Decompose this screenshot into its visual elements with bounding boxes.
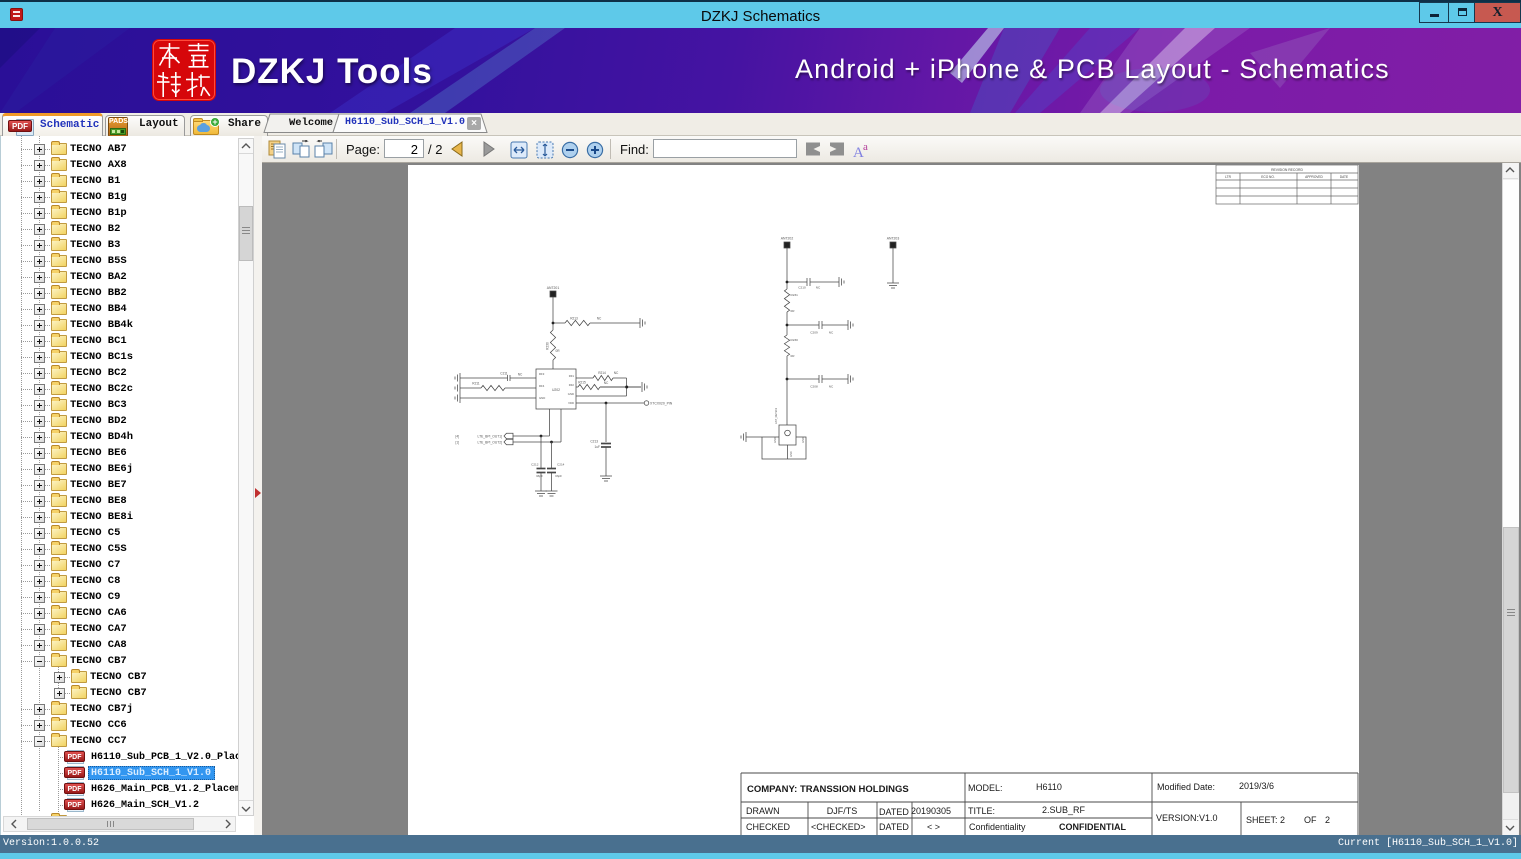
- svg-text:C213: C213: [590, 440, 598, 444]
- svg-text:Modified Date:: Modified Date:: [1157, 782, 1215, 792]
- svg-text:DATED: DATED: [879, 807, 909, 817]
- svg-text:MODEL:: MODEL:: [968, 783, 1003, 793]
- svg-text:C211: C211: [500, 372, 508, 376]
- svg-text:C208: C208: [810, 385, 818, 389]
- svg-text:GND: GND: [774, 437, 777, 443]
- svg-text:GND: GND: [539, 396, 545, 400]
- svg-text:< >: < >: [927, 822, 940, 832]
- svg-text:NC: NC: [604, 381, 609, 385]
- svg-text:ANT203: ANT203: [887, 237, 900, 241]
- svg-text:[1]: [1]: [455, 441, 459, 445]
- svg-text:TITLE:: TITLE:: [968, 806, 995, 816]
- svg-text:DRAWN: DRAWN: [746, 806, 780, 816]
- svg-text:NC: NC: [816, 286, 821, 290]
- svg-text:GND: GND: [568, 392, 574, 396]
- svg-text:Confidentiality: Confidentiality: [969, 822, 1026, 832]
- svg-text:NC: NC: [597, 317, 602, 321]
- svg-text:RF3: RF3: [539, 372, 545, 376]
- svg-text:LTE_BPI_OUT2[: LTE_BPI_OUT2[: [478, 441, 503, 445]
- svg-text:VDD: VDD: [568, 401, 574, 405]
- svg-text:VERSION:V1.0: VERSION:V1.0: [1156, 813, 1218, 823]
- svg-text:CONFIDENTIAL: CONFIDENTIAL: [1059, 822, 1126, 832]
- svg-text:R231: R231: [791, 293, 799, 297]
- svg-text:ECO NO.: ECO NO.: [1261, 175, 1275, 179]
- svg-text:RF1: RF1: [569, 374, 575, 378]
- svg-text:COMPANY: TRANSSION HOLDINGS: COMPANY: TRANSSION HOLDINGS: [747, 784, 909, 795]
- svg-text:NC: NC: [518, 373, 523, 377]
- svg-text:DATE: DATE: [1340, 175, 1348, 179]
- svg-text:SHEET: 2: SHEET: 2: [1246, 815, 1285, 825]
- svg-text:GND: GND: [790, 451, 793, 457]
- svg-text:U202: U202: [552, 388, 560, 392]
- svg-text:RF4: RF4: [539, 384, 545, 388]
- svg-text:R230: R230: [546, 342, 550, 350]
- svg-text:H6110: H6110: [1036, 782, 1062, 792]
- svg-text:R215: R215: [578, 381, 586, 385]
- svg-text:C214: C214: [557, 463, 565, 467]
- svg-text:NC: NC: [829, 385, 834, 389]
- svg-text:33pF: 33pF: [555, 474, 562, 478]
- svg-text:R230: R230: [791, 338, 799, 342]
- svg-text:OF: OF: [1304, 815, 1317, 825]
- svg-text:DJF/TS: DJF/TS: [827, 806, 858, 816]
- svg-text:RF2: RF2: [569, 383, 575, 387]
- svg-text:LTR: LTR: [1225, 175, 1231, 179]
- svg-text:C210: C210: [798, 286, 806, 290]
- svg-text:C209: C209: [810, 331, 818, 335]
- svg-text:0R: 0R: [791, 309, 796, 313]
- svg-text:20190305: 20190305: [911, 806, 951, 816]
- svg-text:LTE_BPI_OUT1[: LTE_BPI_OUT1[: [478, 435, 503, 439]
- svg-text:R214: R214: [598, 371, 606, 375]
- svg-text:0R: 0R: [555, 349, 560, 353]
- svg-text:NC: NC: [614, 371, 619, 375]
- svg-text:a: a: [863, 141, 868, 153]
- svg-text:2019/3/6: 2019/3/6: [1239, 781, 1274, 791]
- svg-text:GND: GND: [802, 437, 805, 443]
- svg-text:XTCX020_PIN: XTCX020_PIN: [650, 402, 673, 406]
- svg-text:REVISION RECORD: REVISION RECORD: [1271, 168, 1303, 172]
- svg-text:33pF: 33pF: [536, 474, 543, 478]
- svg-text:ANT_DET201: ANT_DET201: [774, 407, 778, 424]
- svg-text:R211: R211: [472, 382, 480, 386]
- svg-text:CHECKED: CHECKED: [746, 822, 791, 832]
- svg-text:0R: 0R: [791, 354, 796, 358]
- svg-text:ANT202: ANT202: [781, 237, 794, 241]
- svg-text:C212: C212: [531, 463, 539, 467]
- svg-text:APPROVED: APPROVED: [1305, 175, 1323, 179]
- svg-text:1uF: 1uF: [595, 445, 601, 449]
- svg-text:R213: R213: [570, 317, 578, 321]
- svg-text:ANT201: ANT201: [547, 286, 560, 290]
- svg-text:2.SUB_RF: 2.SUB_RF: [1042, 805, 1086, 815]
- svg-text:NC: NC: [829, 331, 834, 335]
- svg-text:2: 2: [1325, 815, 1330, 825]
- svg-text:[4]: [4]: [455, 435, 459, 439]
- svg-text:<CHECKED>: <CHECKED>: [811, 822, 866, 832]
- svg-text:DATED: DATED: [879, 822, 909, 832]
